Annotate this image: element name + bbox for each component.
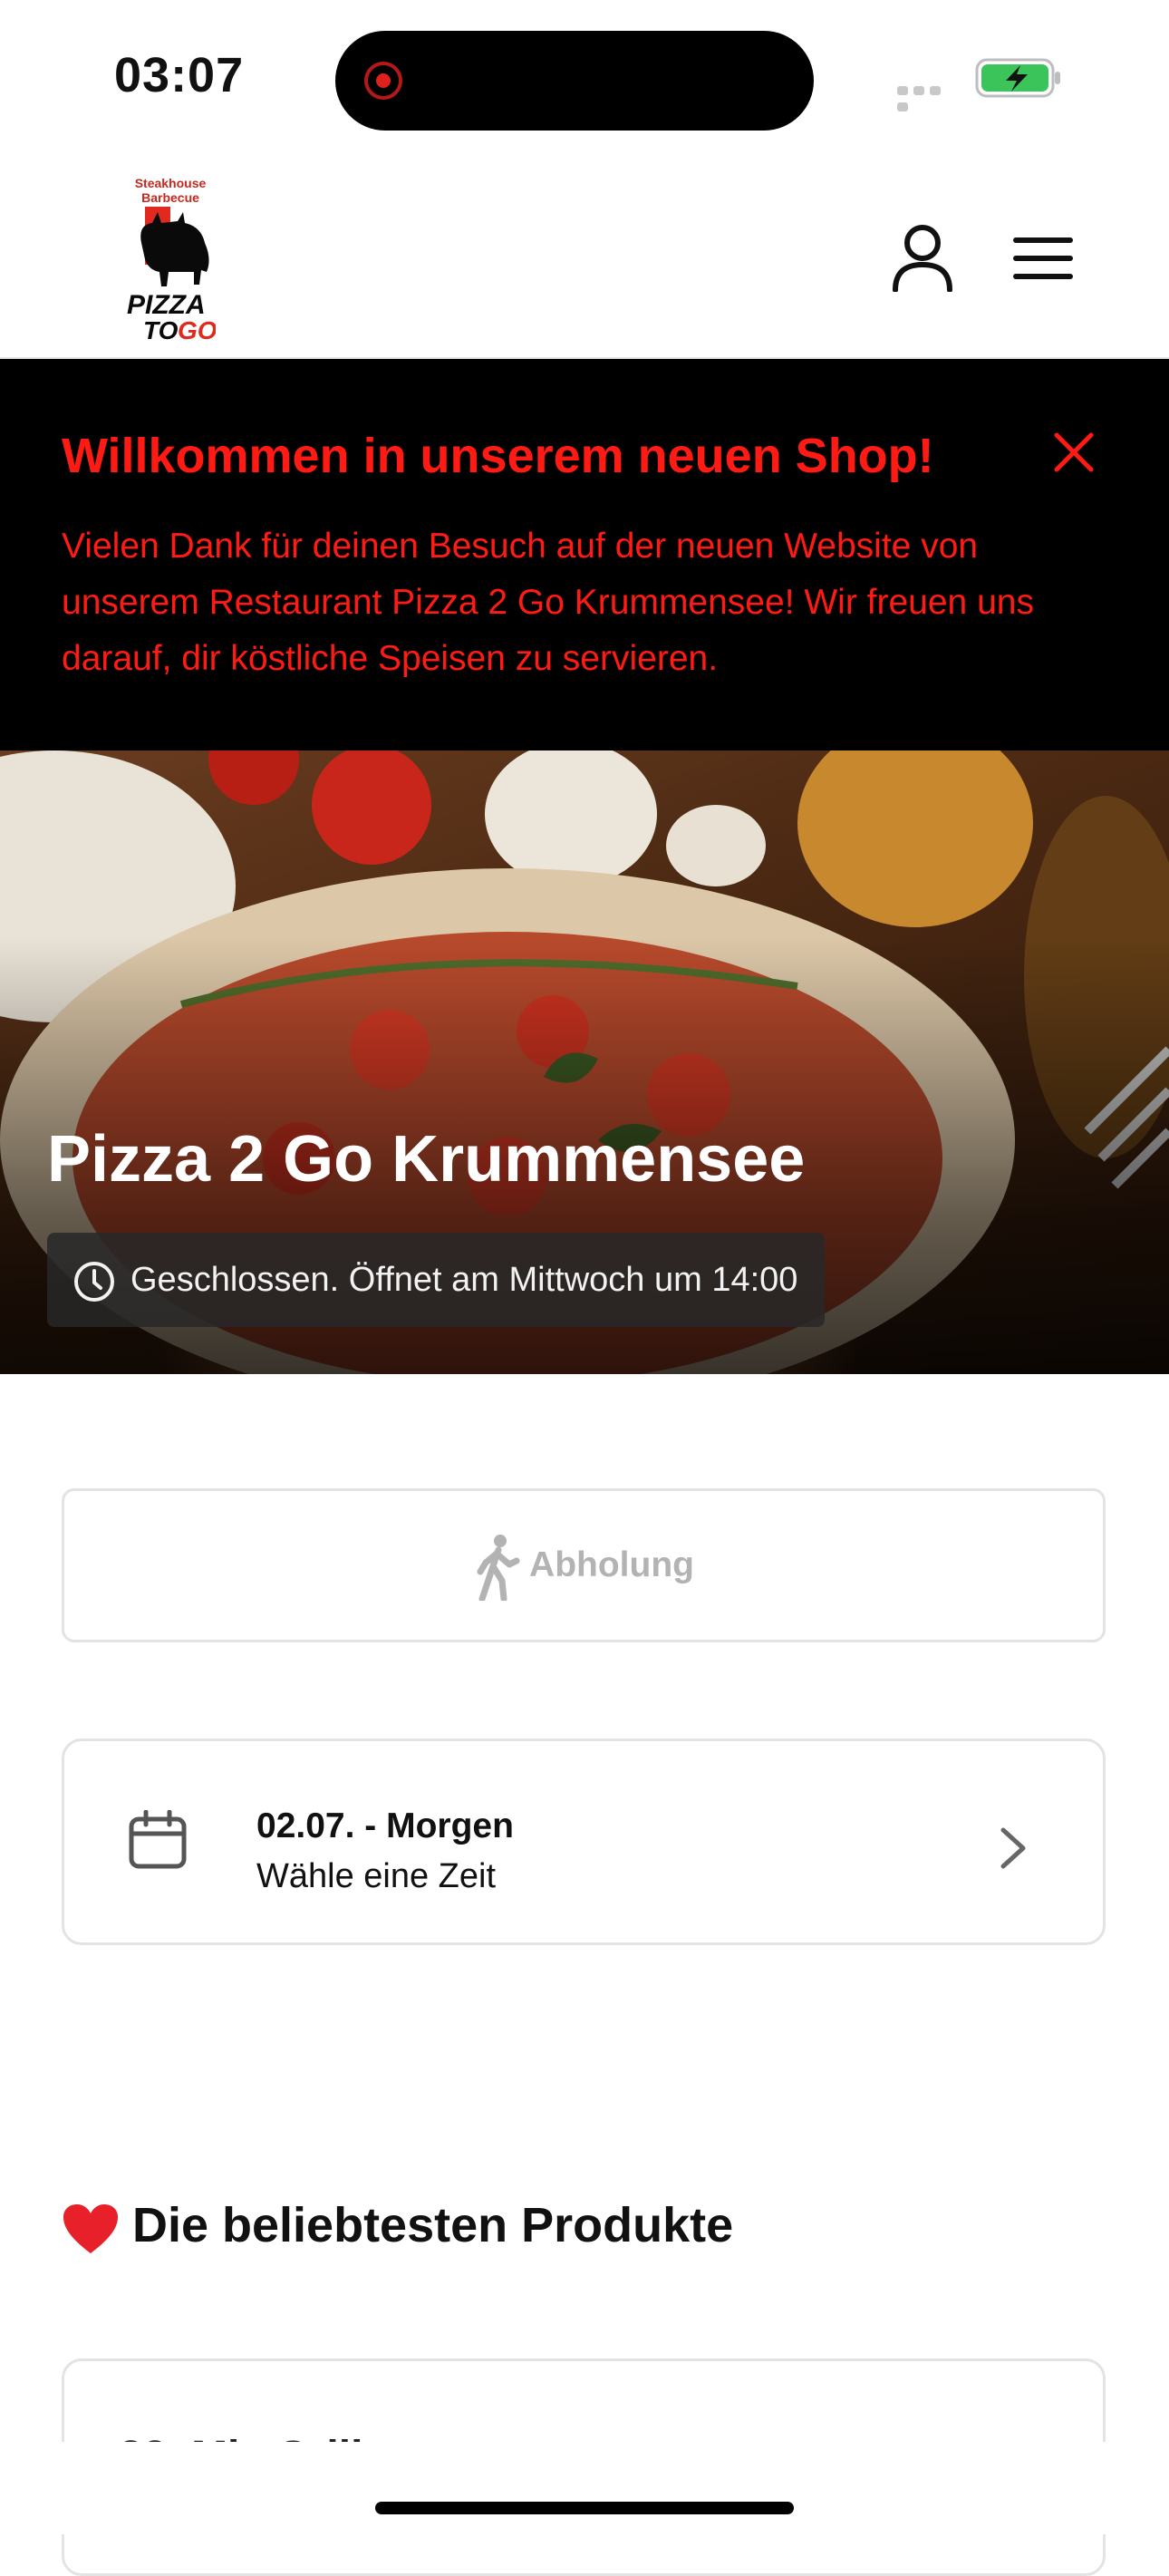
svg-text:TO: TO [143,316,179,343]
calendar-icon [129,1810,187,1869]
site-header: Steakhouse Barbecue PIZZA TO GO [0,154,1169,359]
hamburger-menu-button[interactable] [1013,237,1073,279]
choose-time-hint: Wähle eine Zeit [256,1857,497,1895]
status-bar: 03:07 [0,0,1169,154]
selected-date: 02.07. - Morgen [256,1806,514,1845]
opening-status-text: Geschlossen. Öffnet am Mittwoch um 14:00 [130,1261,798,1299]
restaurant-name: Pizza 2 Go Krummensee [47,1123,806,1196]
bull-logo-icon: PIZZA TO GO [127,207,216,343]
opening-status-badge: Geschlossen. Öffnet am Mittwoch um 14:00 [47,1233,826,1327]
recording-indicator-icon [364,62,402,100]
account-button[interactable] [890,223,955,292]
home-indicator[interactable] [375,2502,794,2514]
banner-title: Willkommen in unserem neuen Shop! [62,429,934,483]
pickup-option-button[interactable]: Abholung [62,1488,1106,1642]
date-time-selector[interactable]: 02.07. - Morgen Wähle eine Zeit [62,1738,1106,1945]
welcome-banner: Willkommen in unserem neuen Shop! Vielen… [0,359,1169,751]
svg-text:GO: GO [178,316,216,343]
logo-line-barbecue: Barbecue [141,190,199,205]
heart-emoji-icon [63,2203,118,2253]
clock-time: 03:07 [114,48,245,102]
close-banner-button[interactable] [1051,430,1097,475]
restaurant-logo[interactable]: Steakhouse Barbecue PIZZA TO GO [125,176,216,343]
bottom-safe-area [0,2442,1169,2534]
pickup-label: Abholung [529,1545,694,1584]
chevron-right-icon [1000,1827,1026,1869]
popular-products-heading: Die beliebtesten Produkte [62,2197,733,2255]
dynamic-island [335,31,814,131]
pickup-option-content: Abholung [64,1491,1103,1640]
logo-line-steakhouse: Steakhouse [134,176,207,190]
clock-icon [74,1262,114,1302]
battery-charging-icon [975,58,1060,98]
popular-products-title: Die beliebtesten Produkte [132,2198,734,2252]
hero-image: Pizza 2 Go Krummensee Geschlossen. Öffne… [0,751,1169,1374]
banner-message: Vielen Dank für deinen Besuch auf der ne… [62,527,1034,678]
walking-person-icon [477,1534,520,1601]
cellular-signal-icon [897,83,961,111]
